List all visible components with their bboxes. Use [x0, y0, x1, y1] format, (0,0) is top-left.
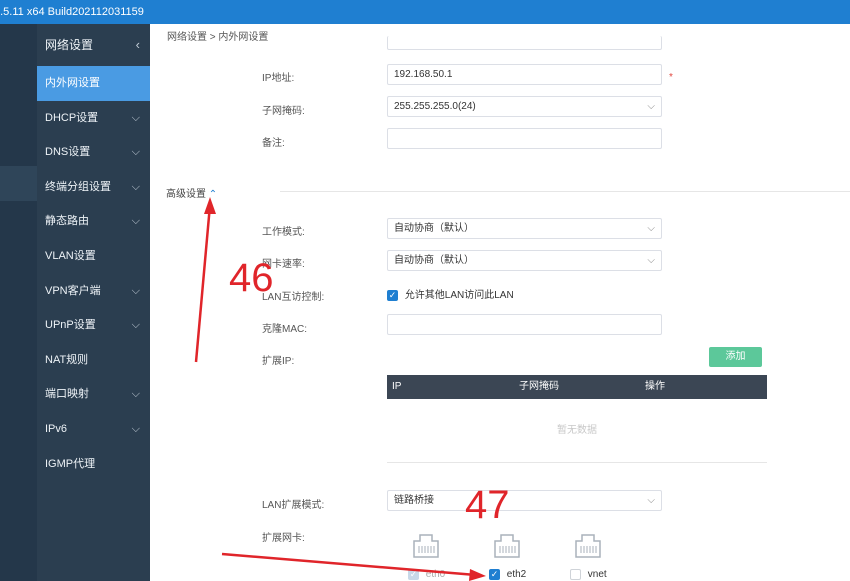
sidebar-item-label: VPN客户端	[45, 284, 101, 297]
chevron-down-icon: ⌵	[131, 388, 140, 401]
chevron-up-icon: ⌃	[208, 189, 218, 200]
left-rail-highlight	[0, 166, 37, 201]
extend-ip-table: IP 子网掩码 操作 暂无数据	[387, 375, 767, 463]
column-ip: IP	[392, 381, 402, 392]
sidebar-item-ipv6[interactable]: IPv6 ⌵	[37, 412, 150, 447]
sidebar-item-label: VLAN设置	[45, 249, 96, 262]
annotation-number-46: 46	[229, 256, 274, 300]
sidebar-item-terminal-group[interactable]: 终端分组设置 ⌵	[37, 170, 150, 205]
lan-access-control-text: 允许其他LAN访问此LAN	[404, 290, 514, 301]
nic-option-vnet[interactable]: vnet	[570, 569, 607, 580]
ethernet-port-icon	[575, 534, 601, 558]
chevron-left-icon: ‹	[135, 37, 140, 52]
chevron-down-icon: ⌵	[131, 215, 140, 228]
section-divider	[280, 191, 850, 192]
chevron-down-icon: ⌵	[647, 101, 655, 112]
work-mode-value: 自动协商（默认）	[394, 223, 474, 234]
nic-name: eth0	[425, 569, 446, 581]
sidebar-item-label: DHCP设置	[45, 111, 99, 124]
ip-label: IP地址:	[262, 73, 295, 84]
advanced-settings-label: 高级设置	[166, 189, 206, 200]
title-bar: 3.5.11 x64 Build202112031159	[0, 0, 850, 24]
sidebar-item-static-route[interactable]: 静态路由 ⌵	[37, 204, 150, 239]
extend-nic-label: 扩展网卡:	[262, 533, 305, 544]
lan-extend-mode-label: LAN扩展模式:	[262, 500, 325, 511]
sidebar-item-label: IPv6	[45, 422, 68, 435]
sidebar-item-label: NAT规则	[45, 353, 89, 366]
advanced-settings-toggle[interactable]: 高级设置 ⌃	[166, 185, 217, 200]
work-mode-label: 工作模式:	[262, 227, 305, 238]
extend-ip-label: 扩展IP:	[262, 356, 295, 367]
chevron-down-icon: ⌵	[647, 223, 655, 234]
lan-access-control-checkbox[interactable]: ✓ 允许其他LAN访问此LAN	[387, 286, 514, 301]
column-subnet-mask: 子网掩码	[519, 381, 559, 392]
lan-extend-mode-value: 链路桥接	[394, 495, 434, 506]
sidebar-header-label: 网络设置	[45, 38, 94, 52]
sidebar-item-label: 终端分组设置	[45, 180, 111, 193]
ip-address-value: 192.168.50.1	[394, 69, 453, 80]
chevron-down-icon: ⌵	[131, 319, 140, 332]
sidebar-item-port-mapping[interactable]: 端口映射 ⌵	[37, 377, 150, 412]
sidebar-item-upnp[interactable]: UPnP设置 ⌵	[37, 308, 150, 343]
sidebar-item-nat[interactable]: NAT规则	[37, 343, 150, 378]
left-rail	[0, 24, 37, 581]
sidebar-item-vlan[interactable]: VLAN设置	[37, 239, 150, 274]
checkbox-checked-icon: ✓	[408, 569, 419, 580]
sidebar: 网络设置 ‹ 内外网设置 DHCP设置 ⌵ DNS设置 ⌵ 终端分组设置 ⌵ 静态路由…	[37, 24, 150, 581]
chevron-down-icon: ⌵	[131, 111, 140, 124]
subnet-mask-value: 255.255.255.0(24)	[394, 101, 476, 112]
ethernet-port-icon	[494, 534, 520, 558]
nic-option-eth2[interactable]: ✓ eth2	[489, 569, 526, 580]
table-header: IP 子网掩码 操作	[387, 375, 767, 399]
required-mark: *	[669, 72, 673, 83]
chevron-down-icon: ⌵	[131, 422, 140, 435]
checkbox-checked-icon: ✓	[387, 289, 398, 301]
sidebar-item-vpn-client[interactable]: VPN客户端 ⌵	[37, 274, 150, 309]
sidebar-item-label: 内外网设置	[45, 77, 100, 89]
subnet-mask-select[interactable]: 255.255.255.0(24) ⌵	[387, 96, 662, 117]
ethernet-port-icon	[413, 534, 439, 558]
nic-speed-value: 自动协商（默认）	[394, 255, 474, 266]
nic-name: eth2	[506, 569, 527, 581]
chevron-down-icon: ⌵	[647, 495, 655, 506]
chevron-down-icon: ⌵	[131, 180, 140, 193]
sidebar-item-label: 端口映射	[45, 388, 89, 401]
nic-speed-select[interactable]: 自动协商（默认） ⌵	[387, 250, 662, 271]
sidebar-header[interactable]: 网络设置 ‹	[37, 24, 150, 66]
column-action: 操作	[645, 381, 665, 392]
sidebar-item-lan-wan[interactable]: 内外网设置	[37, 66, 150, 101]
chevron-down-icon: ⌵	[131, 284, 140, 297]
ip-address-input[interactable]: 192.168.50.1	[387, 64, 662, 85]
work-mode-select[interactable]: 自动协商（默认） ⌵	[387, 218, 662, 239]
breadcrumb: 网络设置 > 内外网设置	[167, 32, 269, 43]
chevron-down-icon: ⌵	[647, 255, 655, 266]
note-input[interactable]	[387, 128, 662, 149]
checkbox-checked-icon: ✓	[489, 569, 500, 580]
sidebar-item-igmp[interactable]: IGMP代理	[37, 447, 150, 482]
sidebar-item-label: UPnP设置	[45, 319, 96, 332]
add-button[interactable]: 添加	[709, 347, 762, 367]
chevron-down-icon: ⌵	[131, 146, 140, 159]
note-label: 备注:	[262, 138, 285, 149]
sidebar-item-dhcp[interactable]: DHCP设置 ⌵	[37, 101, 150, 136]
lan-extend-mode-select[interactable]: 链路桥接 ⌵	[387, 490, 662, 511]
sidebar-item-dns[interactable]: DNS设置 ⌵	[37, 135, 150, 170]
table-empty-text: 暂无数据	[387, 399, 767, 463]
hidden-top-field[interactable]	[387, 36, 662, 50]
sidebar-item-label: 静态路由	[45, 215, 89, 228]
clone-mac-input[interactable]	[387, 314, 662, 335]
annotation-number-47: 47	[465, 483, 510, 527]
checkbox-unchecked-icon	[570, 569, 581, 580]
app-build-title: 3.5.11 x64 Build202112031159	[0, 6, 144, 18]
subnet-mask-label: 子网掩码:	[262, 106, 305, 117]
clone-mac-label: 克隆MAC:	[262, 324, 307, 335]
nic-name: vnet	[587, 569, 607, 581]
sidebar-item-label: DNS设置	[45, 146, 91, 159]
nic-option-eth0[interactable]: ✓ eth0	[408, 569, 445, 580]
sidebar-item-label: IGMP代理	[45, 457, 96, 470]
